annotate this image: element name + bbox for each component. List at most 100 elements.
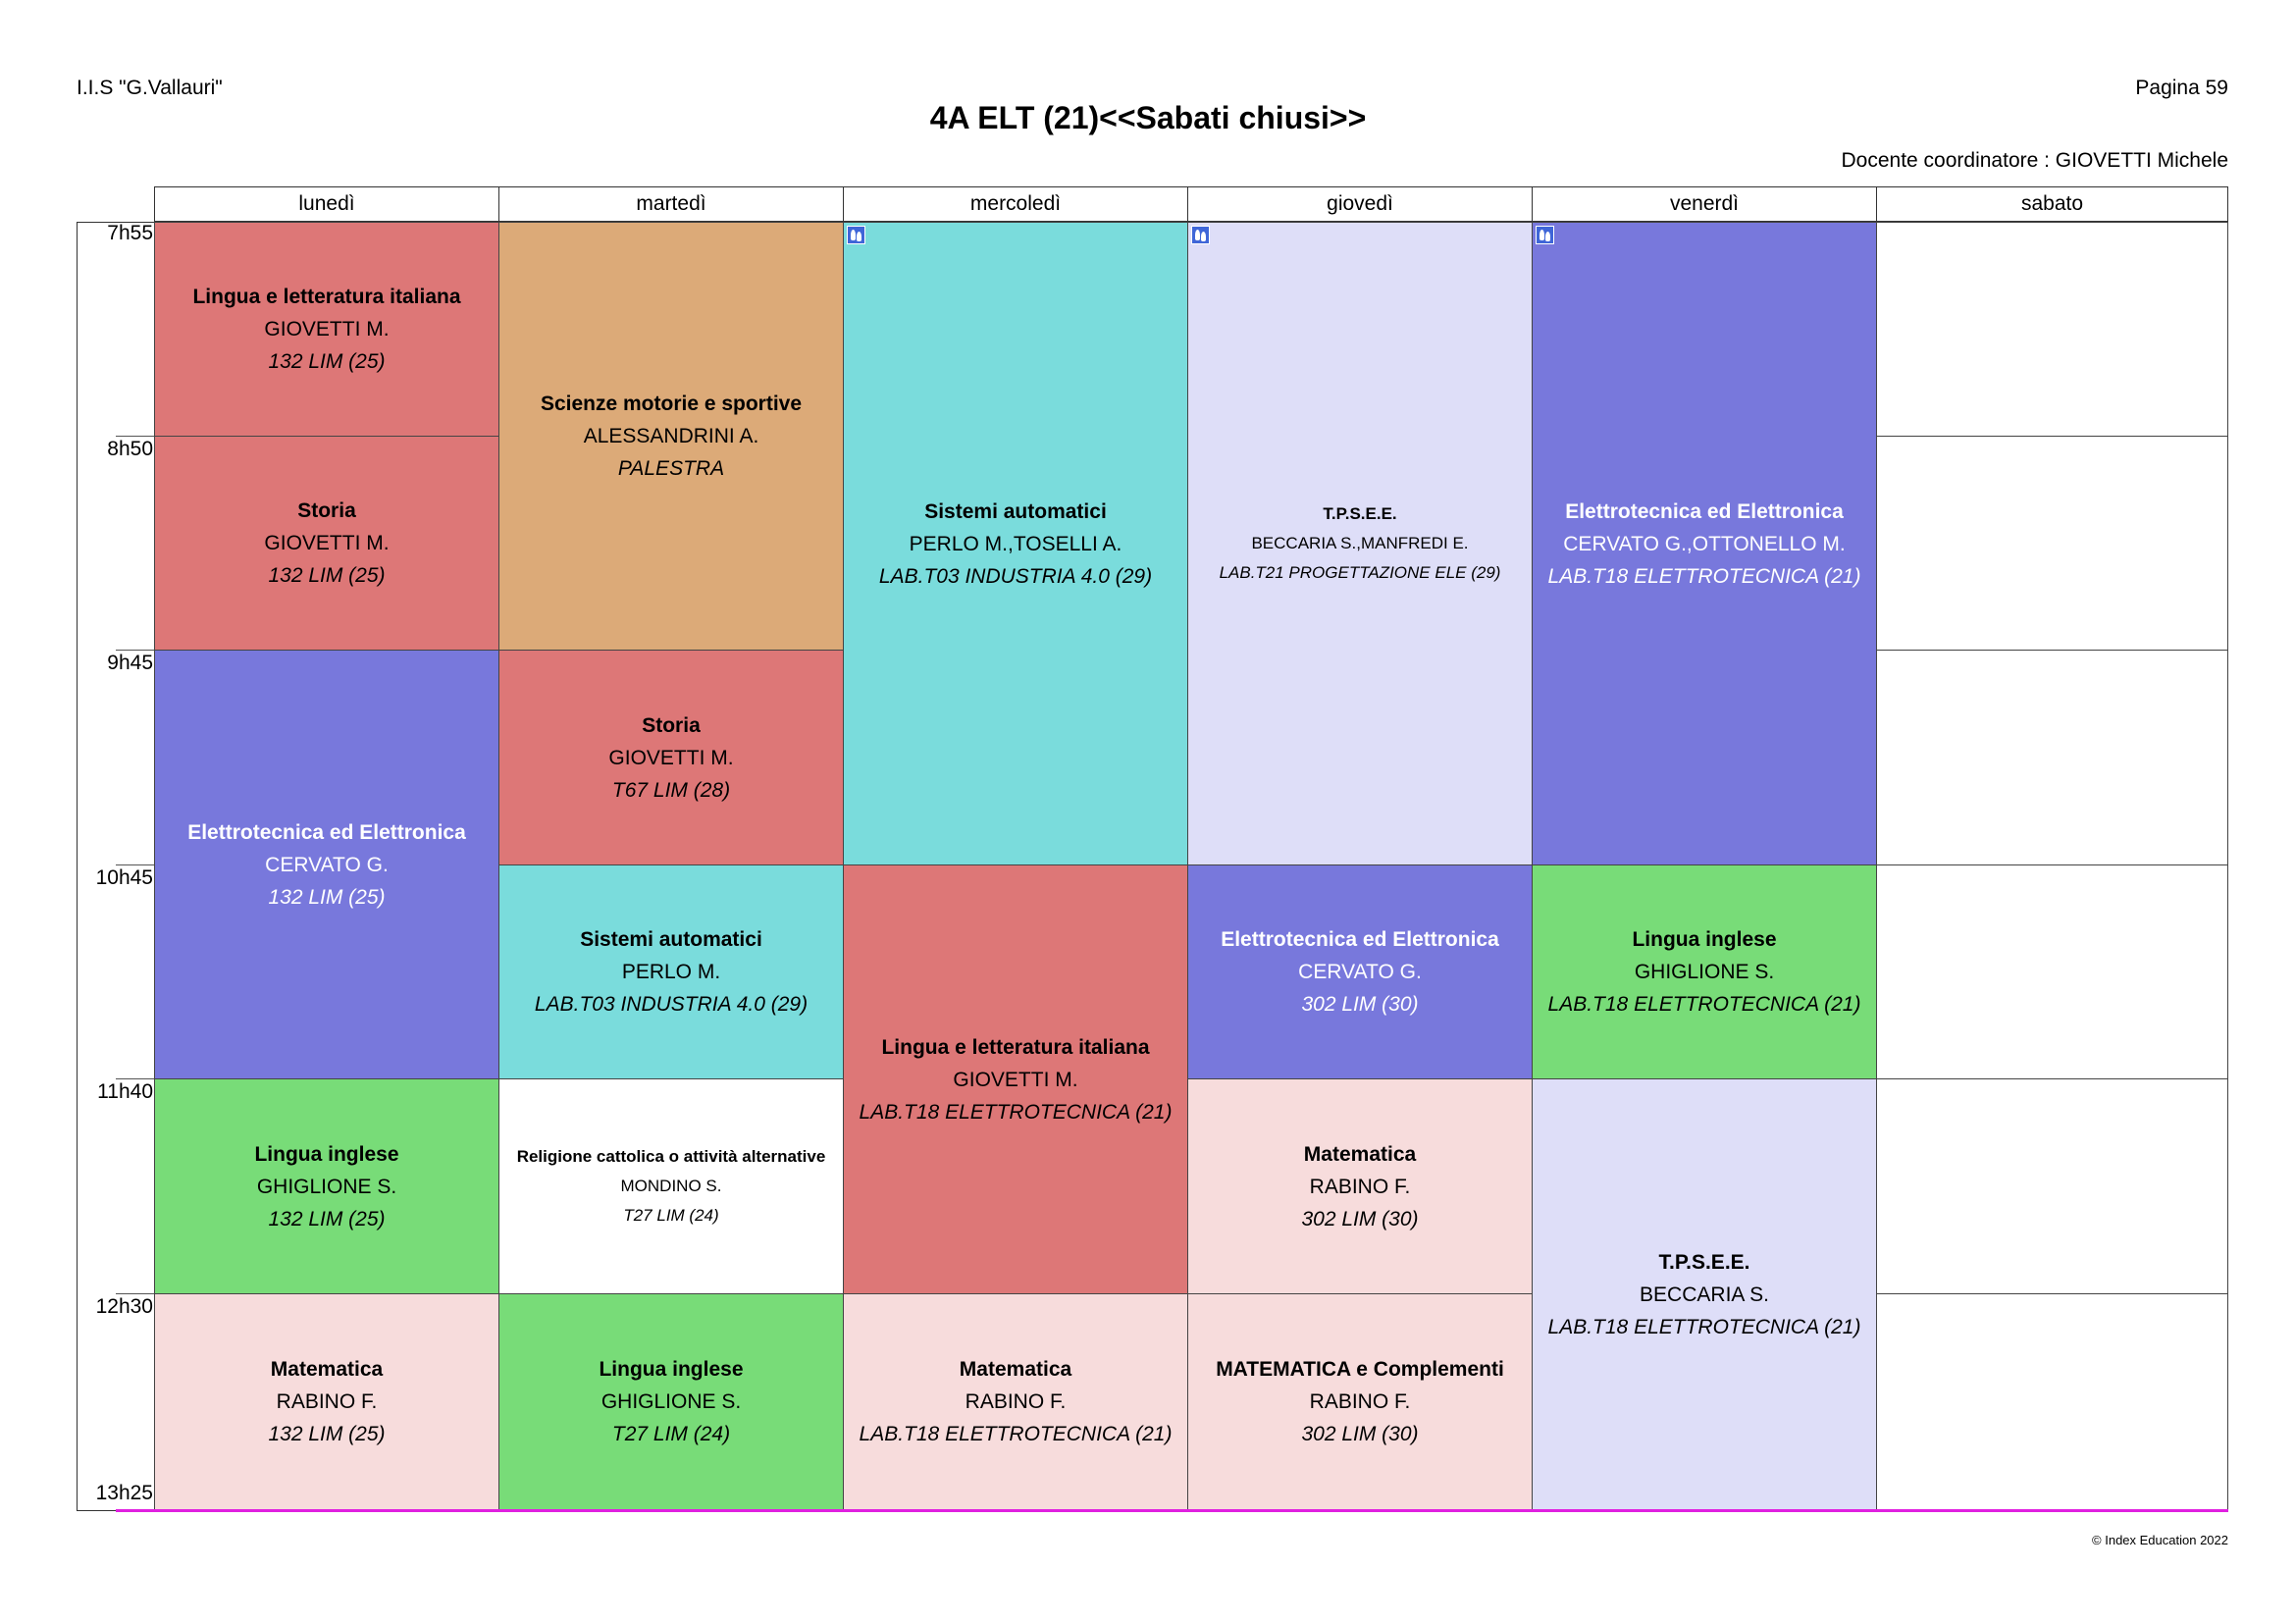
lesson-subject: Sistemi automatici xyxy=(580,928,762,951)
lesson-subject: Elettrotecnica ed Elettronica xyxy=(187,820,466,844)
lesson-room: 132 LIM (25) xyxy=(268,1423,386,1445)
lesson-cell[interactable]: MATEMATICA e Complementi RABINO F. 302 L… xyxy=(1187,1293,1533,1510)
lesson-room: LAB.T18 ELETTROTECNICA (21) xyxy=(859,1100,1173,1124)
day-header-monday: lunedì xyxy=(154,186,499,222)
lesson-cell[interactable]: T.P.S.E.E. BECCARIA S.,MANFREDI E. LAB.T… xyxy=(1187,222,1533,865)
lesson-cell[interactable]: Sistemi automatici PERLO M.,TOSELLI A. L… xyxy=(843,222,1188,865)
lesson-subject: MATEMATICA e Complementi xyxy=(1216,1358,1504,1381)
lesson-room: 132 LIM (25) xyxy=(268,885,386,909)
lesson-cell[interactable]: Storia GIOVETTI M. 132 LIM (25) xyxy=(154,436,499,651)
lesson-room: 302 LIM (30) xyxy=(1301,993,1419,1016)
end-of-day-line xyxy=(116,1509,2228,1512)
empty-slot xyxy=(1876,1293,2228,1510)
lesson-subject: Matematica xyxy=(959,1358,1072,1381)
time-label: 9h45 xyxy=(107,652,153,674)
lesson-subject: Lingua e letteratura italiana xyxy=(881,1035,1150,1059)
lesson-teacher: CERVATO G.,OTTONELLO M. xyxy=(1563,532,1846,555)
day-header-tuesday: martedì xyxy=(498,186,844,222)
lesson-cell[interactable]: Lingua inglese GHIGLIONE S. T27 LIM (24) xyxy=(498,1293,844,1510)
time-separator xyxy=(116,1293,155,1294)
lesson-subject: T.P.S.E.E. xyxy=(1323,504,1397,523)
lesson-cell[interactable]: Scienze motorie e sportive ALESSANDRINI … xyxy=(498,222,844,651)
lesson-cell[interactable]: Matematica RABINO F. LAB.T18 ELETTROTECN… xyxy=(843,1293,1188,1510)
lesson-room: 132 LIM (25) xyxy=(268,1207,386,1230)
lesson-cell[interactable]: Religione cattolica o attività alternati… xyxy=(498,1078,844,1294)
empty-slot xyxy=(1876,222,2228,437)
lesson-teacher: GIOVETTI M. xyxy=(608,746,734,769)
lesson-subject: Sistemi automatici xyxy=(924,499,1107,523)
lesson-subject: Elettrotecnica ed Elettronica xyxy=(1221,928,1499,951)
lesson-subject: Matematica xyxy=(1303,1142,1417,1166)
day-header-wednesday: mercoledì xyxy=(843,186,1188,222)
lesson-subject: Lingua inglese xyxy=(599,1358,744,1381)
lesson-teacher: MONDINO S. xyxy=(620,1177,722,1195)
lesson-teacher: GIOVETTI M. xyxy=(953,1068,1078,1091)
lesson-cell[interactable]: Sistemi automatici PERLO M. LAB.T03 INDU… xyxy=(498,864,844,1079)
lesson-teacher: GHIGLIONE S. xyxy=(256,1175,397,1198)
group-icon xyxy=(1536,226,1554,244)
lesson-cell[interactable]: Lingua e letteratura italiana GIOVETTI M… xyxy=(154,222,499,437)
time-separator xyxy=(116,436,155,437)
lesson-teacher: RABINO F. xyxy=(965,1390,1067,1413)
empty-slot xyxy=(1876,864,2228,1079)
lesson-cell[interactable]: Elettrotecnica ed Elettronica CERVATO G.… xyxy=(1187,864,1533,1079)
day-header-saturday: sabato xyxy=(1876,186,2228,222)
lesson-room: LAB.T18 ELETTROTECNICA (21) xyxy=(859,1423,1173,1445)
lesson-room: 132 LIM (25) xyxy=(268,564,386,587)
lesson-room: LAB.T18 ELETTROTECNICA (21) xyxy=(1547,993,1861,1016)
lesson-subject: Storia xyxy=(297,499,356,522)
lesson-teacher: GIOVETTI M. xyxy=(264,318,390,340)
lesson-cell[interactable]: Lingua inglese GHIGLIONE S. 132 LIM (25) xyxy=(154,1078,499,1294)
lesson-room: 302 LIM (30) xyxy=(1301,1207,1419,1230)
copyright: © Index Education 2022 xyxy=(2092,1533,2228,1547)
lesson-teacher: PERLO M. xyxy=(621,961,721,983)
lesson-teacher: BECCARIA S. xyxy=(1640,1283,1769,1306)
lesson-room: PALESTRA xyxy=(617,457,725,480)
lesson-room: 132 LIM (25) xyxy=(268,350,386,373)
lesson-subject: Scienze motorie e sportive xyxy=(540,393,803,415)
empty-slot xyxy=(1876,436,2228,651)
lesson-subject: Matematica xyxy=(270,1358,384,1381)
lesson-cell[interactable]: Elettrotecnica ed Elettronica CERVATO G.… xyxy=(154,650,499,1079)
lesson-room: LAB.T18 ELETTROTECNICA (21) xyxy=(1547,1315,1861,1338)
timetable-title: 4A ELT (21)<<Sabati chiusi>> xyxy=(929,100,1367,135)
time-separator xyxy=(116,650,155,651)
lesson-teacher: RABINO F. xyxy=(276,1390,378,1413)
time-label: 13h25 xyxy=(95,1482,153,1504)
lesson-cell[interactable]: T.P.S.E.E. BECCARIA S. LAB.T18 ELETTROTE… xyxy=(1532,1078,1877,1510)
lesson-cell[interactable]: Matematica RABINO F. 132 LIM (25) xyxy=(154,1293,499,1510)
lesson-teacher: GIOVETTI M. xyxy=(264,532,390,554)
lesson-cell[interactable]: Storia GIOVETTI M. T67 LIM (28) xyxy=(498,650,844,865)
lesson-subject: Storia xyxy=(642,713,701,737)
lesson-room: LAB.T03 INDUSTRIA 4.0 (29) xyxy=(878,564,1153,588)
lesson-cell[interactable]: Lingua e letteratura italiana GIOVETTI M… xyxy=(843,864,1188,1294)
lesson-subject: Lingua inglese xyxy=(1632,928,1777,951)
lesson-subject: Elettrotecnica ed Elettronica xyxy=(1565,499,1844,523)
group-icon xyxy=(1191,226,1210,244)
lesson-teacher: ALESSANDRINI A. xyxy=(583,425,759,447)
day-header-friday: venerdì xyxy=(1532,186,1877,222)
lesson-teacher: GHIGLIONE S. xyxy=(1634,961,1775,983)
lesson-subject: Lingua inglese xyxy=(254,1142,399,1166)
time-label: 10h45 xyxy=(95,866,153,889)
lesson-room: LAB.T03 INDUSTRIA 4.0 (29) xyxy=(534,993,809,1016)
time-label: 8h50 xyxy=(107,438,153,460)
time-label: 7h55 xyxy=(107,222,153,244)
group-icon xyxy=(847,226,865,244)
school-name: I.I.S "G.Vallauri" xyxy=(77,77,223,99)
lesson-cell[interactable]: Matematica RABINO F. 302 LIM (30) xyxy=(1187,1078,1533,1294)
day-header-thursday: giovedì xyxy=(1187,186,1533,222)
lesson-teacher: RABINO F. xyxy=(1309,1175,1411,1198)
empty-slot xyxy=(1876,1078,2228,1294)
lesson-teacher: GHIGLIONE S. xyxy=(600,1390,742,1413)
lesson-subject: Lingua e letteratura italiana xyxy=(192,286,461,308)
lesson-cell[interactable]: Lingua inglese GHIGLIONE S. LAB.T18 ELET… xyxy=(1532,864,1877,1079)
lesson-teacher: RABINO F. xyxy=(1309,1390,1411,1413)
lesson-room: T67 LIM (28) xyxy=(611,778,731,802)
time-separator xyxy=(116,864,155,865)
lesson-teacher: PERLO M.,TOSELLI A. xyxy=(909,532,1122,555)
lesson-room: LAB.T18 ELETTROTECNICA (21) xyxy=(1547,564,1861,588)
lesson-cell[interactable]: Elettrotecnica ed Elettronica CERVATO G.… xyxy=(1532,222,1877,865)
lesson-teacher: BECCARIA S.,MANFREDI E. xyxy=(1251,534,1469,552)
coordinator-label: Docente coordinatore : GIOVETTI Michele xyxy=(1841,149,2229,172)
